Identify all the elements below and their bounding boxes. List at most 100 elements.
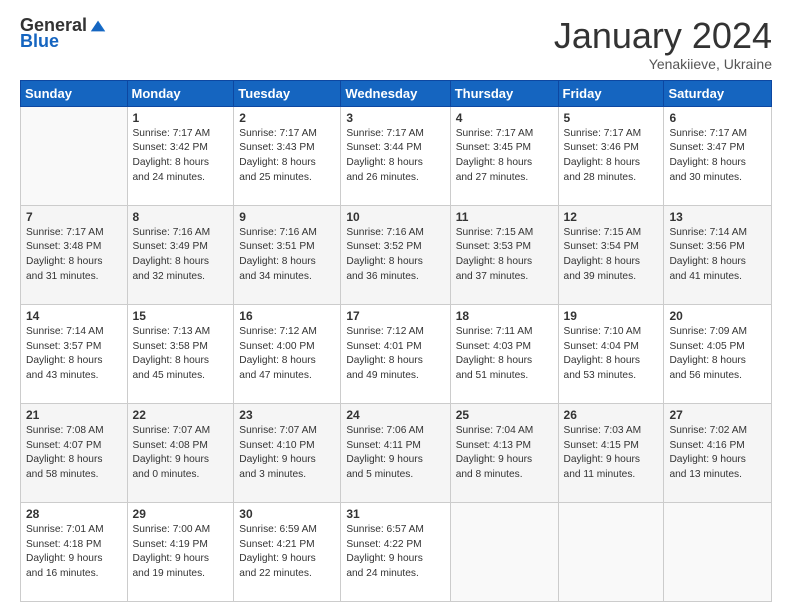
day-of-week-header: Thursday [450, 80, 558, 106]
day-number: 27 [669, 408, 766, 422]
day-of-week-header: Sunday [21, 80, 128, 106]
calendar-day-cell: 5Sunrise: 7:17 AMSunset: 3:46 PMDaylight… [558, 106, 664, 205]
logo-blue-text: Blue [20, 32, 59, 52]
day-number: 17 [346, 309, 444, 323]
calendar-day-cell: 27 Sunrise: 7:02 AMSunset: 4:16 PMDayligh… [664, 403, 772, 502]
day-info: Sunrise: 7:10 AMSunset: 4:04 PMDaylight:… [564, 325, 659, 384]
calendar-day-cell: 24Sunrise: 7:06 AMSunset: 4:11 PMDayligh… [341, 403, 450, 502]
day-info: Sunrise: 7:09 AMSunset: 4:05 PMDaylight:… [669, 325, 766, 384]
day-number: 24 [346, 408, 444, 422]
day-info: Sunrise: 7:16 AMSunset: 3:49 PMDaylight:… [133, 226, 229, 285]
day-info: Sunrise: 7:08 AMSunset: 4:07 PMDaylight:… [26, 424, 122, 483]
calendar-day-cell: 10Sunrise: 7:16 AMSunset: 3:52 PMDayligh… [341, 205, 450, 304]
calendar-week-row: 28 Sunrise: 7:01 AMSunset: 4:18 PMDayligh… [21, 502, 772, 601]
calendar-day-cell: 29 Sunrise: 7:00 AMSunset: 4:19 PMDayligh… [127, 502, 234, 601]
day-info: Sunrise: 7:17 AMSunset: 3:47 PMDaylight:… [669, 127, 766, 186]
day-number: 31 [346, 507, 444, 521]
day-info: Sunrise: 7:01 AMSunset: 4:18 PMDaylight:… [26, 523, 122, 582]
day-info: Sunrise: 7:03 AMSunset: 4:15 PMDaylight:… [564, 424, 659, 483]
day-info: Sunrise: 7:12 AMSunset: 4:00 PMDaylight:… [239, 325, 335, 384]
calendar-day-cell: 30 Sunrise: 6:59 AMSunset: 4:21 PMDayligh… [234, 502, 341, 601]
calendar-week-row: 7Sunrise: 7:17 AMSunset: 3:48 PMDaylight… [21, 205, 772, 304]
calendar-day-cell: 9 Sunrise: 7:16 AMSunset: 3:51 PMDaylight… [234, 205, 341, 304]
calendar-day-cell: 6 Sunrise: 7:17 AMSunset: 3:47 PMDaylight… [664, 106, 772, 205]
day-info: Sunrise: 7:14 AMSunset: 3:57 PMDaylight:… [26, 325, 122, 384]
calendar-title: January 2024 [554, 16, 772, 56]
day-number: 29 [133, 507, 229, 521]
day-of-week-header: Saturday [664, 80, 772, 106]
day-info: Sunrise: 7:17 AMSunset: 3:45 PMDaylight:… [456, 127, 553, 186]
day-info: Sunrise: 7:16 AMSunset: 3:51 PMDaylight:… [239, 226, 335, 285]
day-of-week-header: Friday [558, 80, 664, 106]
day-number: 28 [26, 507, 122, 521]
day-number: 1 [133, 111, 229, 125]
calendar-week-row: 21 Sunrise: 7:08 AMSunset: 4:07 PMDayligh… [21, 403, 772, 502]
day-number: 20 [669, 309, 766, 323]
day-info: Sunrise: 7:00 AMSunset: 4:19 PMDaylight:… [133, 523, 229, 582]
day-info: Sunrise: 7:13 AMSunset: 3:58 PMDaylight:… [133, 325, 229, 384]
calendar-day-cell: 22Sunrise: 7:07 AMSunset: 4:08 PMDayligh… [127, 403, 234, 502]
day-number: 7 [26, 210, 122, 224]
day-info: Sunrise: 7:04 AMSunset: 4:13 PMDaylight:… [456, 424, 553, 483]
day-info: Sunrise: 7:17 AMSunset: 3:43 PMDaylight:… [239, 127, 335, 186]
day-number: 11 [456, 210, 553, 224]
day-number: 30 [239, 507, 335, 521]
day-info: Sunrise: 7:12 AMSunset: 4:01 PMDaylight:… [346, 325, 444, 384]
day-info: Sunrise: 7:16 AMSunset: 3:52 PMDaylight:… [346, 226, 444, 285]
day-info: Sunrise: 7:15 AMSunset: 3:54 PMDaylight:… [564, 226, 659, 285]
calendar-day-cell: 20 Sunrise: 7:09 AMSunset: 4:05 PMDayligh… [664, 304, 772, 403]
calendar-day-cell: 28 Sunrise: 7:01 AMSunset: 4:18 PMDayligh… [21, 502, 128, 601]
day-number: 25 [456, 408, 553, 422]
day-number: 16 [239, 309, 335, 323]
logo-icon [89, 17, 107, 35]
day-of-week-header: Monday [127, 80, 234, 106]
calendar-day-cell: 25 Sunrise: 7:04 AMSunset: 4:13 PMDayligh… [450, 403, 558, 502]
calendar-day-cell: 23 Sunrise: 7:07 AMSunset: 4:10 PMDayligh… [234, 403, 341, 502]
calendar-subtitle: Yenakiieve, Ukraine [554, 56, 772, 72]
calendar-day-cell [558, 502, 664, 601]
day-number: 5 [564, 111, 659, 125]
calendar-header-row: SundayMondayTuesdayWednesdayThursdayFrid… [21, 80, 772, 106]
calendar-day-cell [450, 502, 558, 601]
day-number: 9 [239, 210, 335, 224]
day-number: 2 [239, 111, 335, 125]
calendar-day-cell: 8 Sunrise: 7:16 AMSunset: 3:49 PMDaylight… [127, 205, 234, 304]
calendar-day-cell: 13Sunrise: 7:14 AMSunset: 3:56 PMDayligh… [664, 205, 772, 304]
day-number: 4 [456, 111, 553, 125]
day-number: 26 [564, 408, 659, 422]
day-info: Sunrise: 6:59 AMSunset: 4:21 PMDaylight:… [239, 523, 335, 582]
calendar-day-cell: 17 Sunrise: 7:12 AMSunset: 4:01 PMDayligh… [341, 304, 450, 403]
day-of-week-header: Tuesday [234, 80, 341, 106]
page: General Blue January 2024 Yenakiieve, Uk… [0, 0, 792, 612]
calendar-day-cell [664, 502, 772, 601]
day-of-week-header: Wednesday [341, 80, 450, 106]
calendar-day-cell: 16 Sunrise: 7:12 AMSunset: 4:00 PMDayligh… [234, 304, 341, 403]
day-info: Sunrise: 7:07 AMSunset: 4:10 PMDaylight:… [239, 424, 335, 483]
day-number: 13 [669, 210, 766, 224]
day-number: 6 [669, 111, 766, 125]
day-number: 23 [239, 408, 335, 422]
day-number: 15 [133, 309, 229, 323]
calendar-week-row: 1 Sunrise: 7:17 AMSunset: 3:42 PMDaylight… [21, 106, 772, 205]
day-number: 21 [26, 408, 122, 422]
header: General Blue January 2024 Yenakiieve, Uk… [20, 16, 772, 72]
calendar-day-cell: 1 Sunrise: 7:17 AMSunset: 3:42 PMDaylight… [127, 106, 234, 205]
day-number: 3 [346, 111, 444, 125]
calendar-day-cell: 31Sunrise: 6:57 AMSunset: 4:22 PMDayligh… [341, 502, 450, 601]
calendar-day-cell: 12 Sunrise: 7:15 AMSunset: 3:54 PMDayligh… [558, 205, 664, 304]
day-number: 12 [564, 210, 659, 224]
calendar-day-cell: 14Sunrise: 7:14 AMSunset: 3:57 PMDayligh… [21, 304, 128, 403]
day-info: Sunrise: 7:17 AMSunset: 3:44 PMDaylight:… [346, 127, 444, 186]
day-number: 8 [133, 210, 229, 224]
calendar-day-cell [21, 106, 128, 205]
day-info: Sunrise: 7:17 AMSunset: 3:42 PMDaylight:… [133, 127, 229, 186]
day-info: Sunrise: 7:07 AMSunset: 4:08 PMDaylight:… [133, 424, 229, 483]
calendar-day-cell: 3 Sunrise: 7:17 AMSunset: 3:44 PMDaylight… [341, 106, 450, 205]
calendar-day-cell: 7Sunrise: 7:17 AMSunset: 3:48 PMDaylight… [21, 205, 128, 304]
calendar-day-cell: 15 Sunrise: 7:13 AMSunset: 3:58 PMDayligh… [127, 304, 234, 403]
calendar-day-cell: 2 Sunrise: 7:17 AMSunset: 3:43 PMDaylight… [234, 106, 341, 205]
calendar-week-row: 14Sunrise: 7:14 AMSunset: 3:57 PMDayligh… [21, 304, 772, 403]
day-number: 19 [564, 309, 659, 323]
day-info: Sunrise: 7:02 AMSunset: 4:16 PMDaylight:… [669, 424, 766, 483]
calendar-day-cell: 26 Sunrise: 7:03 AMSunset: 4:15 PMDayligh… [558, 403, 664, 502]
